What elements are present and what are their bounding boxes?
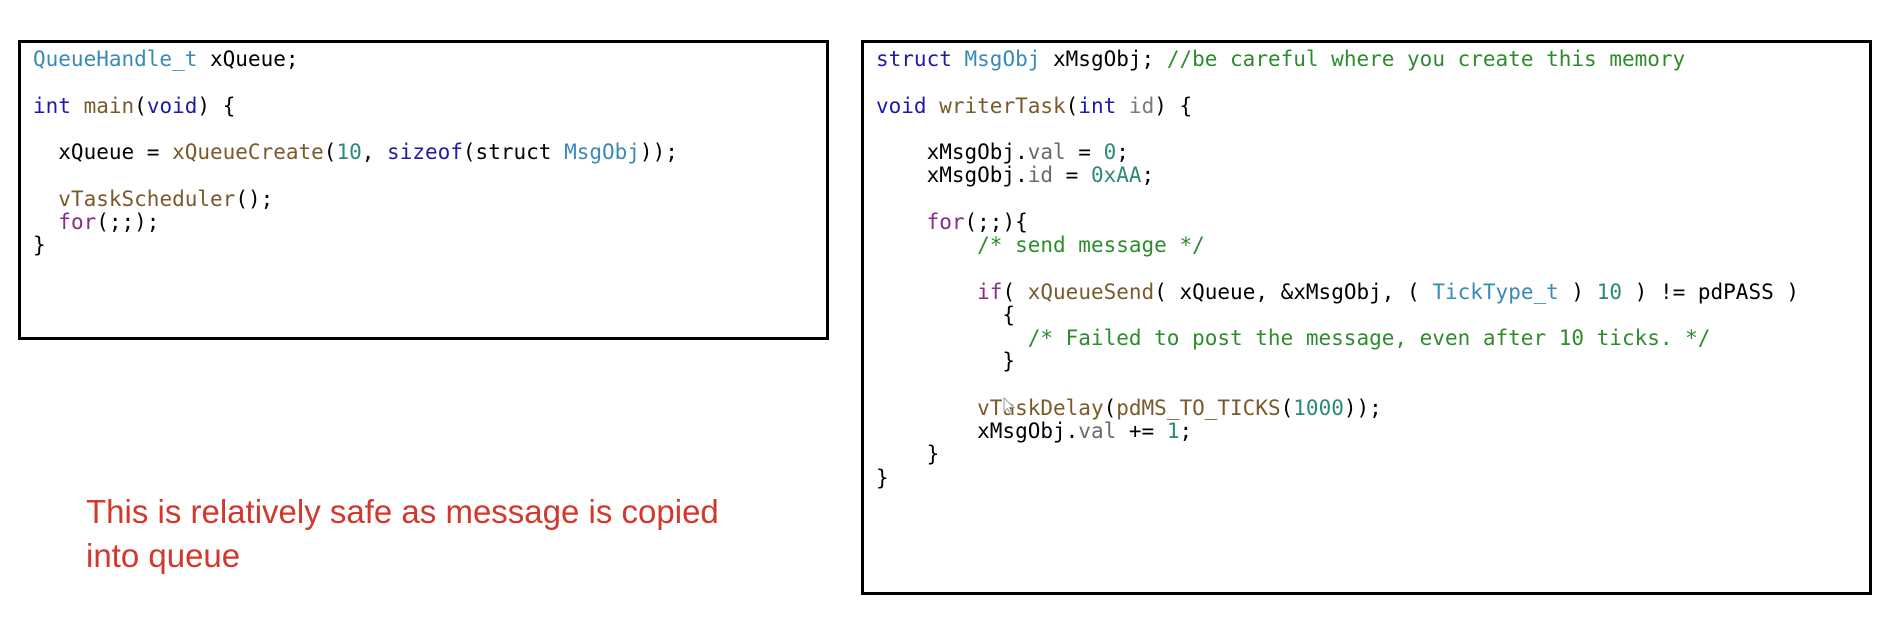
code-token: (); [235,186,274,211]
code-token: xQueue; [197,47,299,71]
code-token: /* send message */ [977,233,1205,257]
code-line: int main(void) { [33,92,235,120]
code-token: += [1116,419,1167,443]
code-token: void [146,93,198,118]
code-token: ; [1141,163,1155,188]
code-line: /* send message */ [876,231,1205,259]
code-token: /* Failed to post the message, even afte… [1027,326,1711,350]
code-line: } [876,347,1015,375]
code-token: ( xQueue, &xMsgObj, ( [1154,279,1433,304]
code-token: TickType_t [1432,279,1559,304]
code-token: xQueue = [33,140,173,164]
code-token: 1000 [1293,395,1344,420]
code-token: main [83,93,135,118]
code-token: } [876,349,1016,374]
code-token: struct [876,47,952,71]
code-token: )); [1343,395,1382,420]
code-line: for(;;); [33,208,159,236]
code-token: (;;); [96,209,160,234]
code-line: xMsgObj.id = 0xAA; [876,161,1155,189]
code-token: xQueueCreate [172,140,324,164]
code-token: val [1078,419,1117,443]
code-token: MsgObj [964,47,1041,71]
code-token: } [33,233,46,257]
code-token: 10 [336,140,362,164]
code-token: int [33,93,71,118]
explanation-note: This is relatively safe as message is co… [86,493,719,574]
code-panel-writer-task: struct MsgObj xMsgObj; //be careful wher… [861,40,1872,595]
code-token: ) { [1154,93,1193,118]
mouse-pointer-icon [1003,397,1016,415]
code-token: int [1078,93,1117,118]
code-token: ( [1280,395,1294,420]
code-token: ( [1065,93,1079,118]
code-line: struct MsgObj xMsgObj; //be careful wher… [876,45,1685,73]
code-line: QueueHandle_t xQueue; [33,45,299,73]
code-token: = [1053,163,1091,188]
code-line: } [876,464,889,492]
code-token: 1 [1166,419,1180,443]
code-token: (struct [462,140,565,164]
code-token: for [58,209,97,234]
code-token: ( [134,93,147,118]
code-token: MsgObj [564,140,640,164]
code-token: //be careful where you create this memor… [1166,47,1686,71]
code-line: void writerTask(int id) { [876,92,1192,120]
code-token: 10 [1596,279,1623,304]
code-token: xMsgObj; [1040,47,1167,71]
code-token: ) != pdPASS ) [1622,279,1800,304]
code-token: xMsgObj. [876,163,1028,188]
code-line: xQueue = xQueueCreate(10, sizeof(struct … [33,138,678,166]
code-token: sizeof [387,140,463,164]
code-token: ; [1179,419,1193,443]
code-token: void [876,93,927,118]
code-token: )); [639,140,678,164]
code-token: ( [323,140,337,164]
code-token: , [361,140,388,164]
code-token: QueueHandle_t [33,47,198,71]
code-line: } [33,231,46,259]
code-token: id [1128,93,1155,118]
code-token: } [876,465,889,490]
code-panel-main: QueueHandle_t xQueue; int main(void) { xQ… [18,40,829,340]
code-token: writerTask [939,93,1066,118]
code-token: ) { [197,93,236,118]
code-token: ) [1558,279,1597,304]
code-token: xQueueSend [1027,279,1155,304]
code-token: 0xAA [1090,163,1142,188]
code-token: id [1027,163,1054,188]
